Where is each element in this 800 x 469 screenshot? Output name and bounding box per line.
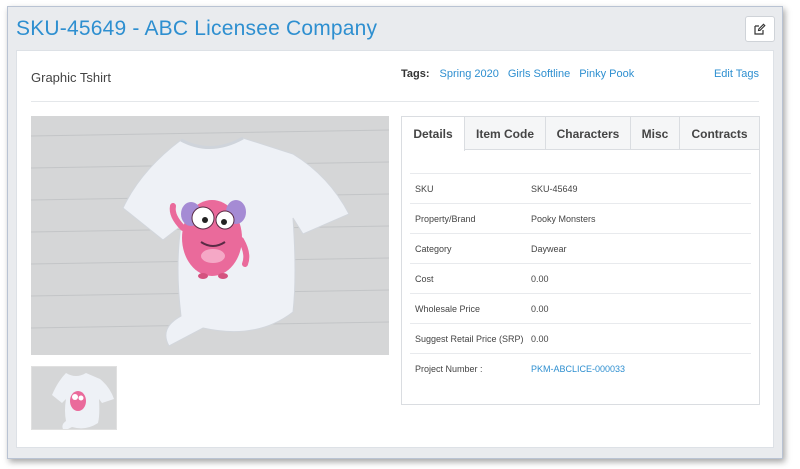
detail-row-category: Category Daywear [410, 233, 751, 263]
detail-value: Daywear [531, 243, 567, 254]
tab-item-code[interactable]: Item Code [465, 117, 546, 150]
product-image[interactable] [31, 116, 389, 355]
detail-key: Wholesale Price [415, 303, 481, 314]
edit-tags-link[interactable]: Edit Tags [714, 68, 759, 80]
page-title: SKU-45649 - ABC Licensee Company [16, 17, 378, 40]
detail-key: Property/Brand [415, 213, 476, 224]
product-window: SKU-45649 - ABC Licensee Company Graphic… [7, 6, 783, 459]
product-card: Graphic Tshirt Tags: Spring 2020 Girls S… [16, 50, 774, 448]
divider [31, 101, 759, 102]
detail-row-sku: SKU SKU-45649 [410, 173, 751, 203]
detail-value: 0.00 [531, 303, 549, 314]
tshirt-thumbnail-photo [32, 367, 116, 429]
detail-row-srp: Suggest Retail Price (SRP) 0.00 [410, 323, 751, 353]
detail-value: Pooky Monsters [531, 213, 596, 224]
detail-value: SKU-45649 [531, 183, 578, 194]
pencil-square-icon [754, 23, 766, 35]
detail-row-project-number: Project Number : PKM-ABCLICE-000033 [410, 353, 751, 383]
details-panel: Details Item Code Characters Misc Contra… [401, 116, 760, 405]
edit-button[interactable] [745, 16, 775, 42]
tab-bar: Details Item Code Characters Misc Contra… [402, 117, 759, 151]
tab-misc[interactable]: Misc [631, 117, 680, 150]
detail-row-cost: Cost 0.00 [410, 263, 751, 293]
detail-row-property-brand: Property/Brand Pooky Monsters [410, 203, 751, 233]
detail-key: Suggest Retail Price (SRP) [415, 333, 524, 344]
tshirt-photo [31, 116, 389, 355]
tab-contracts[interactable]: Contracts [680, 117, 759, 150]
tags-label: Tags: [401, 68, 430, 80]
detail-key: Category [415, 243, 452, 254]
detail-key: SKU [415, 183, 434, 194]
detail-key: Cost [415, 273, 434, 284]
detail-row-wholesale-price: Wholesale Price 0.00 [410, 293, 751, 323]
project-number-link[interactable]: PKM-ABCLICE-000033 [531, 364, 751, 374]
tags-bar: Tags: Spring 2020 Girls Softline Pinky P… [401, 68, 634, 80]
detail-value: 0.00 [531, 333, 549, 344]
details-table: SKU SKU-45649 Property/Brand Pooky Monst… [410, 173, 751, 383]
tag-link[interactable]: Pinky Pook [579, 68, 634, 80]
tab-details[interactable]: Details [402, 117, 465, 151]
tag-link[interactable]: Girls Softline [508, 68, 570, 80]
detail-key: Project Number : [415, 363, 483, 374]
tab-characters[interactable]: Characters [546, 117, 631, 150]
product-thumbnail[interactable] [31, 366, 117, 430]
tag-link[interactable]: Spring 2020 [440, 68, 499, 80]
detail-value: 0.00 [531, 273, 549, 284]
product-name: Graphic Tshirt [31, 70, 111, 85]
